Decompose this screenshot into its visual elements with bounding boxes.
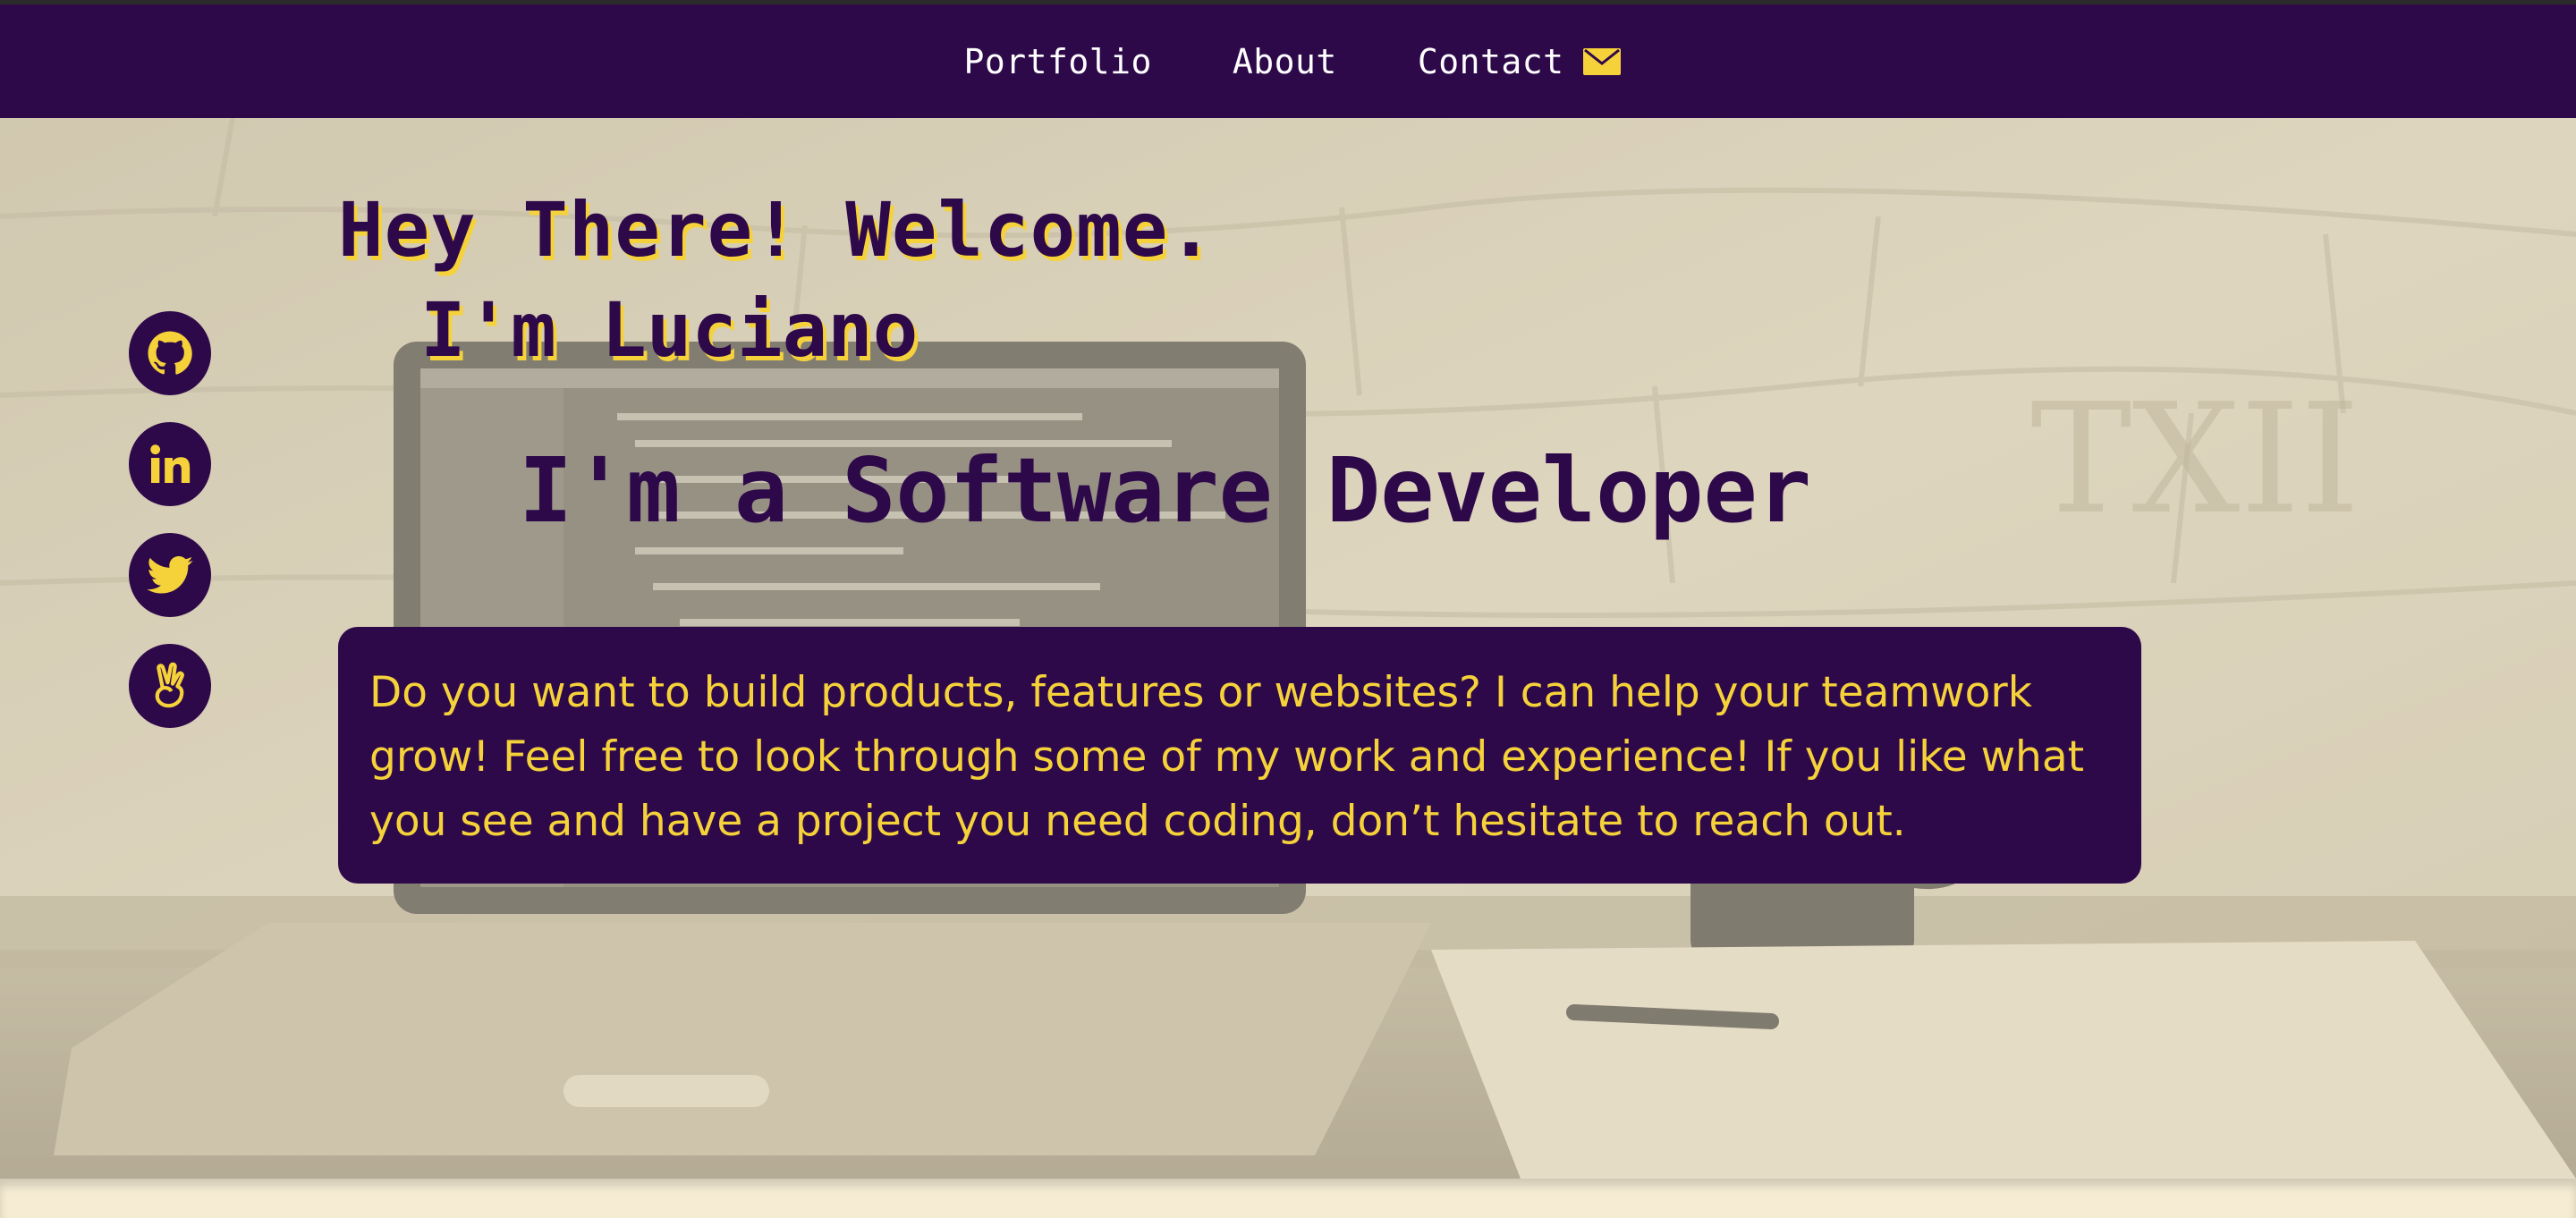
github-icon bbox=[148, 331, 192, 375]
social-links bbox=[129, 311, 211, 728]
linkedin-icon bbox=[150, 444, 191, 483]
hero-role: I'm a Software Developer bbox=[519, 438, 1811, 543]
nav-links: Portfolio About Contact bbox=[964, 42, 1622, 81]
twitter-link[interactable] bbox=[129, 533, 211, 617]
top-navigation: Portfolio About Contact bbox=[0, 4, 2576, 118]
angellist-link[interactable] bbox=[129, 644, 211, 728]
github-link[interactable] bbox=[129, 311, 211, 395]
twitter-icon bbox=[147, 556, 193, 594]
page: Portfolio About Contact TXII Hey There! … bbox=[0, 0, 2576, 1218]
intro-text: Do you want to build products, features … bbox=[369, 668, 2085, 846]
nav-link-contact[interactable]: Contact bbox=[1418, 42, 1564, 81]
hero-name: I'm Luciano bbox=[420, 286, 919, 374]
hero-greeting: Hey There! Welcome. bbox=[338, 186, 1215, 274]
nav-link-portfolio[interactable]: Portfolio bbox=[964, 42, 1152, 81]
next-section-edge bbox=[0, 1179, 2576, 1218]
envelope-icon[interactable] bbox=[1583, 47, 1622, 75]
nav-link-about[interactable]: About bbox=[1233, 42, 1337, 81]
linkedin-link[interactable] bbox=[129, 422, 211, 506]
nav-contact[interactable]: Contact bbox=[1418, 42, 1622, 81]
angellist-icon bbox=[155, 662, 184, 708]
intro-card: Do you want to build products, features … bbox=[338, 627, 2141, 884]
